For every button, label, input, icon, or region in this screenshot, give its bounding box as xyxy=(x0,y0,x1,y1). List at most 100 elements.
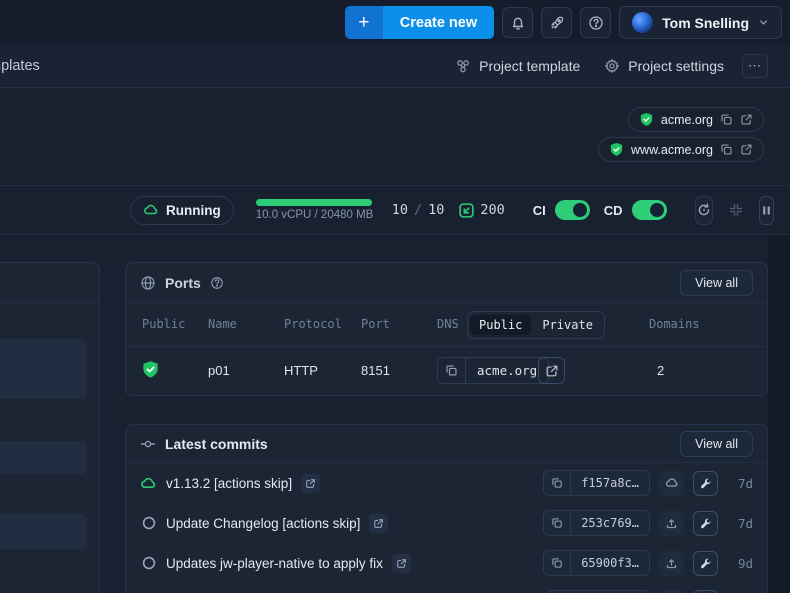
external-link-icon[interactable] xyxy=(740,113,753,126)
commit-message: Update Changelog [actions skip] xyxy=(166,515,361,531)
content-area: Ports View all Public Name Protocol Port… xyxy=(0,235,790,593)
nodes-icon xyxy=(455,58,471,74)
deploy-button[interactable] xyxy=(659,470,684,496)
left-panel-item[interactable] xyxy=(0,339,87,399)
col-domains: Domains xyxy=(649,317,700,331)
pipeline-button[interactable] xyxy=(693,510,718,536)
external-link-icon[interactable] xyxy=(740,143,753,156)
containers-total: 10 xyxy=(428,202,445,218)
cd-toggle-group: CD xyxy=(604,200,667,220)
left-panel-item[interactable] xyxy=(0,514,87,549)
domain-pill[interactable]: acme.org xyxy=(627,107,764,132)
cloud-icon xyxy=(665,476,679,490)
commit-external-link[interactable] xyxy=(369,513,389,533)
wrench-icon xyxy=(699,557,712,570)
copy-icon[interactable] xyxy=(720,113,733,126)
open-domain-button[interactable] xyxy=(538,357,565,384)
collapse-icon xyxy=(728,202,744,218)
port-number: 8151 xyxy=(361,363,390,378)
left-panel-header xyxy=(0,263,99,303)
ports-view-all-button[interactable]: View all xyxy=(680,270,753,296)
toolbar-more-button[interactable]: ⋯ xyxy=(742,54,768,78)
collapse-button[interactable] xyxy=(727,196,745,225)
shield-check-icon xyxy=(639,112,654,127)
commit-hash-pill[interactable]: f157a8c… xyxy=(543,470,650,496)
commit-hash: 253c769… xyxy=(581,516,639,530)
chevron-down-icon xyxy=(758,17,769,28)
restart-button[interactable] xyxy=(694,195,713,225)
shield-check-icon xyxy=(609,142,624,157)
ports-title: Ports xyxy=(165,274,201,291)
commits-panel: Latest commits View all v1.13.2 [actions… xyxy=(125,424,768,593)
resource-bar xyxy=(255,199,372,206)
truncated-nav-label: mplates xyxy=(0,58,40,74)
cd-label: CD xyxy=(603,202,623,218)
status-badge: Running xyxy=(130,195,234,225)
whats-new-button[interactable] xyxy=(541,7,573,38)
commit-row: Update Changelog [actions skip] 253c769… xyxy=(126,503,767,543)
git-commit-icon xyxy=(140,436,156,452)
pause-button[interactable] xyxy=(758,195,774,225)
containers-separator: / xyxy=(414,202,423,218)
ci-toggle[interactable] xyxy=(554,200,590,220)
globe-icon xyxy=(140,275,156,291)
notifications-button[interactable] xyxy=(502,7,534,38)
resource-usage: 10.0 vCPU / 20480 MB xyxy=(255,199,374,221)
project-template-link[interactable]: Project template xyxy=(455,58,580,74)
project-settings-link[interactable]: Project settings xyxy=(604,58,724,74)
commit-hash-pill[interactable]: 65900f3… xyxy=(543,550,650,576)
user-menu[interactable]: Tom Snelling xyxy=(619,6,782,39)
commit-message: Updates jw-player-native to apply fix xyxy=(166,555,383,571)
status-label: Running xyxy=(166,202,221,218)
project-template-label: Project template xyxy=(479,58,581,74)
deploy-button[interactable] xyxy=(659,550,684,576)
dns-private-segment[interactable]: Private xyxy=(533,315,602,335)
help-icon xyxy=(588,15,604,31)
service-status-bar: Running 10.0 vCPU / 20480 MB 10 / 10 200… xyxy=(0,185,790,235)
copy-icon[interactable] xyxy=(720,143,733,156)
create-new-label[interactable]: Create new xyxy=(382,6,495,39)
pipeline-button[interactable] xyxy=(693,470,718,496)
resource-label: 10.0 vCPU / 20480 MB xyxy=(255,209,374,221)
page-gutter xyxy=(768,235,790,593)
upload-icon xyxy=(665,557,678,570)
commit-external-link[interactable] xyxy=(391,553,411,573)
copy-icon[interactable] xyxy=(544,511,572,535)
restart-icon xyxy=(696,202,712,218)
ci-toggle-group: CI xyxy=(533,200,590,220)
deploy-button[interactable] xyxy=(659,510,684,536)
containers-current: 10 xyxy=(391,202,408,218)
gear-icon xyxy=(604,58,620,74)
wrench-icon xyxy=(699,517,712,530)
top-bar: + Create new Tom Snelling xyxy=(0,0,790,45)
help-button[interactable] xyxy=(580,7,612,38)
dns-public-segment[interactable]: Public xyxy=(470,315,532,335)
cd-toggle[interactable] xyxy=(631,200,667,220)
port-protocol: HTTP xyxy=(284,363,318,378)
ci-label: CI xyxy=(532,202,546,218)
commits-view-all-button[interactable]: View all xyxy=(680,431,753,457)
left-panel-item[interactable] xyxy=(0,441,87,474)
create-new-button[interactable]: + Create new xyxy=(344,6,495,39)
commits-title: Latest commits xyxy=(165,435,268,452)
commit-external-link[interactable] xyxy=(301,473,321,493)
copy-icon[interactable] xyxy=(438,358,466,383)
ports-panel: Ports View all Public Name Protocol Port… xyxy=(125,262,768,396)
copy-icon[interactable] xyxy=(544,551,572,575)
bell-icon xyxy=(510,15,526,31)
copy-icon[interactable] xyxy=(544,471,572,495)
col-dns: DNS xyxy=(437,317,459,331)
port-domain-pill[interactable]: acme.org xyxy=(437,357,550,384)
commit-hash-pill[interactable]: 253c769… xyxy=(543,510,650,536)
plus-icon[interactable]: + xyxy=(344,6,383,39)
http-status: 200 xyxy=(458,202,505,219)
rocket-icon xyxy=(549,15,565,31)
domain-pill[interactable]: www.acme.org xyxy=(598,137,764,162)
commit-hash: f157a8c… xyxy=(581,476,639,490)
dns-toggle: Public Private xyxy=(467,311,605,339)
table-row: p01 HTTP 8151 acme.org 2 xyxy=(126,347,767,395)
help-circle-icon[interactable] xyxy=(210,276,224,290)
commit-age: 9d xyxy=(737,555,753,571)
port-domain: acme.org xyxy=(477,363,538,378)
pipeline-button[interactable] xyxy=(693,550,718,576)
